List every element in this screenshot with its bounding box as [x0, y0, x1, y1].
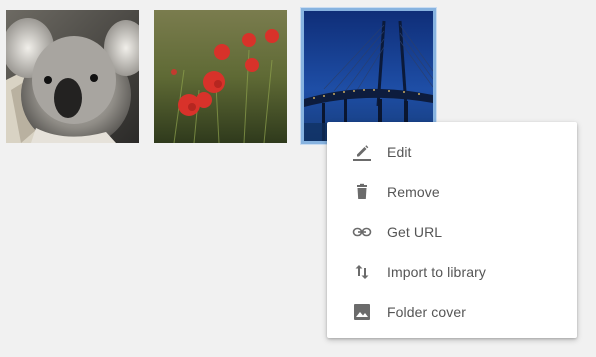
pencil-icon — [352, 142, 372, 162]
thumbnail-koala[interactable] — [6, 10, 139, 143]
menu-item-get-url[interactable]: Get URL — [327, 212, 577, 252]
context-menu: Edit Remove Get URL Import to library Fo… — [327, 122, 577, 338]
menu-item-label: Get URL — [387, 224, 443, 240]
trash-icon — [352, 182, 372, 202]
poppies-image — [154, 10, 287, 143]
menu-item-label: Edit — [387, 144, 412, 160]
menu-item-label: Remove — [387, 184, 440, 200]
link-icon — [352, 222, 372, 242]
koala-image — [6, 10, 139, 143]
swap-vertical-icon — [352, 262, 372, 282]
menu-item-label: Folder cover — [387, 304, 467, 320]
image-gallery: Edit Remove Get URL Import to library Fo… — [0, 0, 596, 357]
thumbnail-poppies[interactable] — [154, 10, 287, 143]
menu-item-folder-cover[interactable]: Folder cover — [327, 292, 577, 332]
menu-item-import-to-library[interactable]: Import to library — [327, 252, 577, 292]
menu-item-remove[interactable]: Remove — [327, 172, 577, 212]
menu-item-label: Import to library — [387, 264, 486, 280]
image-icon — [352, 302, 372, 322]
menu-item-edit[interactable]: Edit — [327, 132, 577, 172]
